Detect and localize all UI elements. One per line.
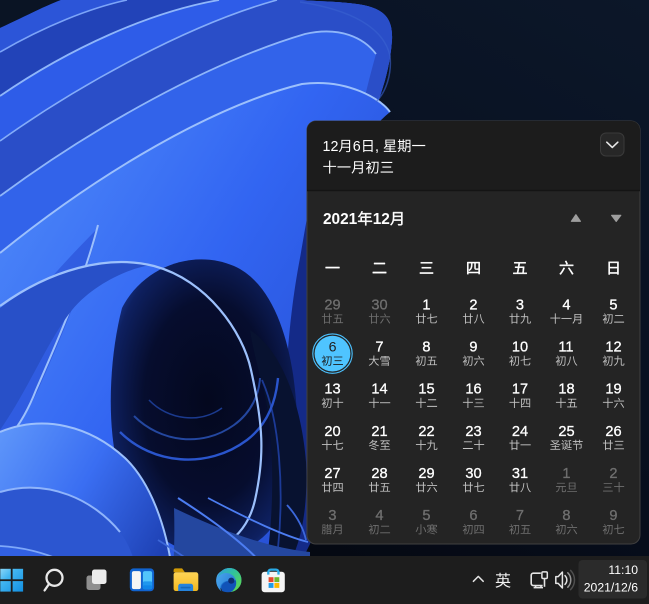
- svg-text:6: 6: [353, 139, 361, 155]
- svg-text:22: 22: [418, 424, 434, 440]
- svg-text:20: 20: [324, 424, 340, 440]
- svg-text:21: 21: [371, 424, 387, 440]
- svg-text:12: 12: [605, 340, 621, 356]
- svg-text:11:10: 11:10: [608, 563, 638, 577]
- svg-text:2: 2: [469, 297, 477, 313]
- svg-text:27: 27: [324, 466, 340, 482]
- svg-text:5: 5: [422, 508, 430, 524]
- svg-text:14: 14: [371, 382, 387, 398]
- svg-text:7: 7: [516, 508, 524, 524]
- svg-text:24: 24: [512, 424, 528, 440]
- svg-text:8: 8: [422, 340, 430, 356]
- svg-text:6: 6: [469, 508, 477, 524]
- svg-text:8: 8: [562, 508, 570, 524]
- svg-text:2: 2: [609, 466, 617, 482]
- svg-text:11: 11: [558, 340, 573, 356]
- svg-text:29: 29: [324, 297, 340, 313]
- svg-text:30: 30: [465, 466, 481, 482]
- svg-text:30: 30: [371, 297, 387, 313]
- svg-text:18: 18: [558, 382, 574, 398]
- svg-text:28: 28: [371, 466, 387, 482]
- svg-text:7: 7: [375, 340, 383, 356]
- svg-text:16: 16: [465, 382, 481, 398]
- svg-text:19: 19: [605, 382, 621, 398]
- svg-text:9: 9: [469, 340, 477, 356]
- svg-text:12: 12: [373, 211, 390, 228]
- svg-text:12: 12: [323, 139, 339, 155]
- svg-text:4: 4: [375, 508, 383, 524]
- svg-text:25: 25: [558, 424, 574, 440]
- svg-text:23: 23: [465, 424, 481, 440]
- svg-text:29: 29: [418, 466, 434, 482]
- svg-text:4: 4: [562, 297, 570, 313]
- svg-text:3: 3: [516, 297, 524, 313]
- svg-text:2021/12/6: 2021/12/6: [584, 581, 638, 595]
- svg-text:10: 10: [512, 340, 528, 356]
- svg-text:1: 1: [422, 297, 430, 313]
- svg-text:26: 26: [605, 424, 621, 440]
- svg-text:2021: 2021: [323, 211, 358, 228]
- svg-text:9: 9: [609, 508, 617, 524]
- svg-text:6: 6: [329, 339, 337, 355]
- svg-text:13: 13: [324, 382, 340, 398]
- svg-text:3: 3: [328, 508, 336, 524]
- svg-text:17: 17: [512, 382, 528, 398]
- svg-text:5: 5: [609, 297, 617, 313]
- svg-text:31: 31: [512, 466, 528, 482]
- svg-text:,: ,: [375, 139, 379, 155]
- svg-text:15: 15: [418, 382, 434, 398]
- svg-text:1: 1: [562, 466, 570, 482]
